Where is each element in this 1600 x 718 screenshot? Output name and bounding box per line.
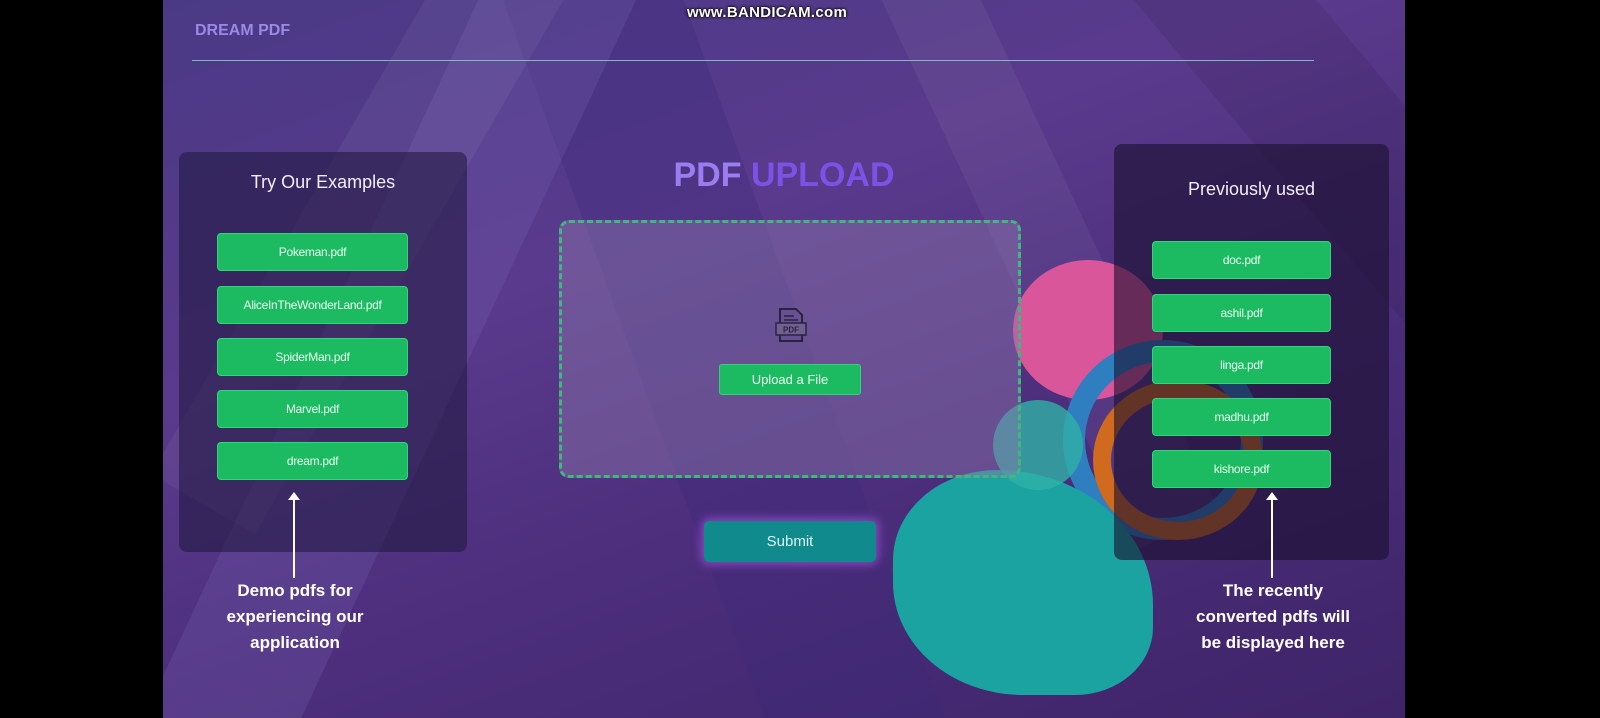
app-screen: www.BANDICAM.com DREAM PDF Try Our Examp… — [163, 0, 1405, 718]
previous-file-button[interactable]: doc.pdf — [1152, 241, 1331, 279]
previous-file-button[interactable]: madhu.pdf — [1152, 398, 1331, 436]
example-file-button[interactable]: dream.pdf — [217, 442, 408, 480]
caption-line: The recently — [1222, 581, 1324, 600]
right-caption: The recently converted pdfs will be disp… — [1163, 578, 1383, 656]
title-upload: UPLOAD — [750, 156, 895, 194]
examples-panel: Try Our Examples Pokeman.pdf AliceInTheW… — [179, 152, 467, 552]
caption-line: Demo pdfs for — [237, 581, 353, 600]
caption-line: be displayed here — [1201, 633, 1345, 652]
caption-line: application — [250, 633, 340, 652]
arrow-up-icon — [288, 492, 300, 578]
previous-file-button[interactable]: linga.pdf — [1152, 346, 1331, 384]
previous-file-button[interactable]: kishore.pdf — [1152, 450, 1331, 488]
recording-watermark: www.BANDICAM.com — [687, 4, 848, 21]
arrow-up-icon — [1266, 492, 1278, 578]
file-dropzone[interactable] — [559, 220, 1021, 478]
submit-button[interactable]: Submit — [704, 521, 876, 562]
app-logo[interactable]: DREAM PDF — [195, 22, 290, 40]
caption-line: experiencing our — [226, 607, 364, 626]
example-file-button[interactable]: Marvel.pdf — [217, 390, 408, 428]
example-file-button[interactable]: Pokeman.pdf — [217, 233, 408, 271]
pdf-icon-label: PDF — [783, 326, 799, 335]
example-file-button[interactable]: AliceInTheWonderLand.pdf — [217, 286, 408, 324]
previous-file-button[interactable]: ashil.pdf — [1152, 294, 1331, 332]
example-file-button[interactable]: SpiderMan.pdf — [217, 338, 408, 376]
page-title: PDF UPLOAD — [163, 156, 1405, 195]
pdf-file-icon: PDF — [774, 307, 808, 348]
caption-line: converted pdfs will — [1196, 607, 1350, 626]
title-pdf: PDF — [673, 156, 742, 194]
left-caption: Demo pdfs for experiencing our applicati… — [195, 578, 395, 656]
upload-file-button[interactable]: Upload a File — [719, 364, 861, 395]
header-divider — [192, 60, 1314, 61]
previous-panel: Previously used doc.pdf ashil.pdf linga.… — [1114, 144, 1389, 560]
